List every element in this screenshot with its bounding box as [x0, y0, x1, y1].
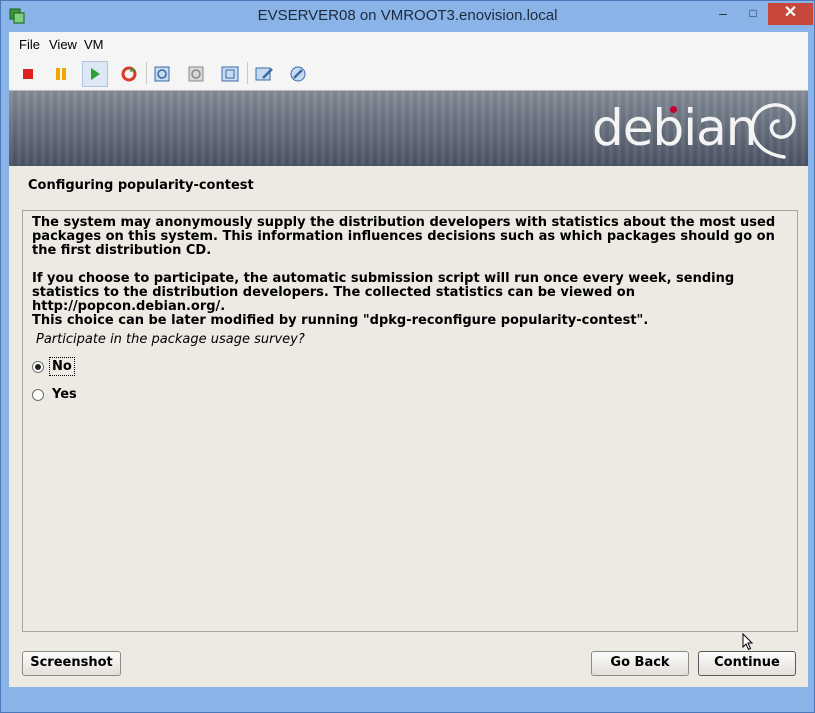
- dialog-panel: The system may anonymously supply the di…: [22, 210, 798, 632]
- mouse-pointer-icon: [742, 633, 754, 651]
- window-bottom-border: [9, 687, 808, 707]
- close-button[interactable]: ✕: [768, 3, 813, 25]
- menu-file[interactable]: File: [19, 37, 40, 52]
- radio-yes[interactable]: [32, 388, 44, 401]
- survey-question: Participate in the package usage survey?: [36, 332, 305, 347]
- description-paragraph: This choice can be later modified by run…: [32, 313, 649, 328]
- title-bar[interactable]: EVSERVER08 on VMROOT3.enovision.local – …: [1, 1, 814, 32]
- vm-console-window: EVSERVER08 on VMROOT3.enovision.local – …: [0, 0, 815, 713]
- debian-swirl-icon: [750, 103, 796, 159]
- vm-screen[interactable]: debian Configuring popularity-contest Th…: [9, 90, 808, 687]
- go-back-button[interactable]: Go Back: [591, 651, 689, 676]
- window-title: EVSERVER08 on VMROOT3.enovision.local: [257, 7, 558, 24]
- toolbar: [9, 56, 808, 90]
- description-paragraph: If you choose to participate, the automa…: [32, 271, 735, 314]
- menu-vm[interactable]: VM: [84, 37, 104, 52]
- maximize-button[interactable]: □: [739, 3, 767, 25]
- toolbar-separator: [247, 62, 248, 84]
- stop-icon[interactable]: [15, 61, 41, 87]
- continue-button[interactable]: Continue: [698, 651, 796, 676]
- option-no-label[interactable]: No: [49, 357, 75, 376]
- reset-icon[interactable]: [116, 61, 142, 87]
- client-area: File View VM debian Configuring populari…: [9, 32, 808, 687]
- manage-snapshots-icon[interactable]: [217, 61, 243, 87]
- description-paragraph: The system may anonymously supply the di…: [32, 215, 776, 258]
- play-icon[interactable]: [82, 61, 108, 87]
- option-yes[interactable]: Yes: [32, 386, 79, 403]
- toolbar-separator: [146, 62, 147, 84]
- tools-icon[interactable]: [285, 61, 311, 87]
- radio-no[interactable]: [32, 360, 44, 373]
- option-yes-label[interactable]: Yes: [50, 386, 79, 403]
- pause-icon[interactable]: [48, 61, 74, 87]
- revert-snapshot-icon[interactable]: [183, 61, 209, 87]
- minimize-button[interactable]: –: [709, 3, 737, 25]
- snapshot-icon[interactable]: [149, 61, 175, 87]
- debian-logo-dot: [670, 106, 677, 113]
- menu-bar: File View VM: [9, 32, 808, 56]
- screenshot-button[interactable]: Screenshot: [22, 651, 121, 676]
- option-no[interactable]: No: [32, 357, 75, 376]
- debian-banner: debian: [9, 91, 808, 166]
- step-title: Configuring popularity-contest: [28, 178, 254, 193]
- settings-icon[interactable]: [251, 61, 277, 87]
- menu-view[interactable]: View: [49, 37, 77, 52]
